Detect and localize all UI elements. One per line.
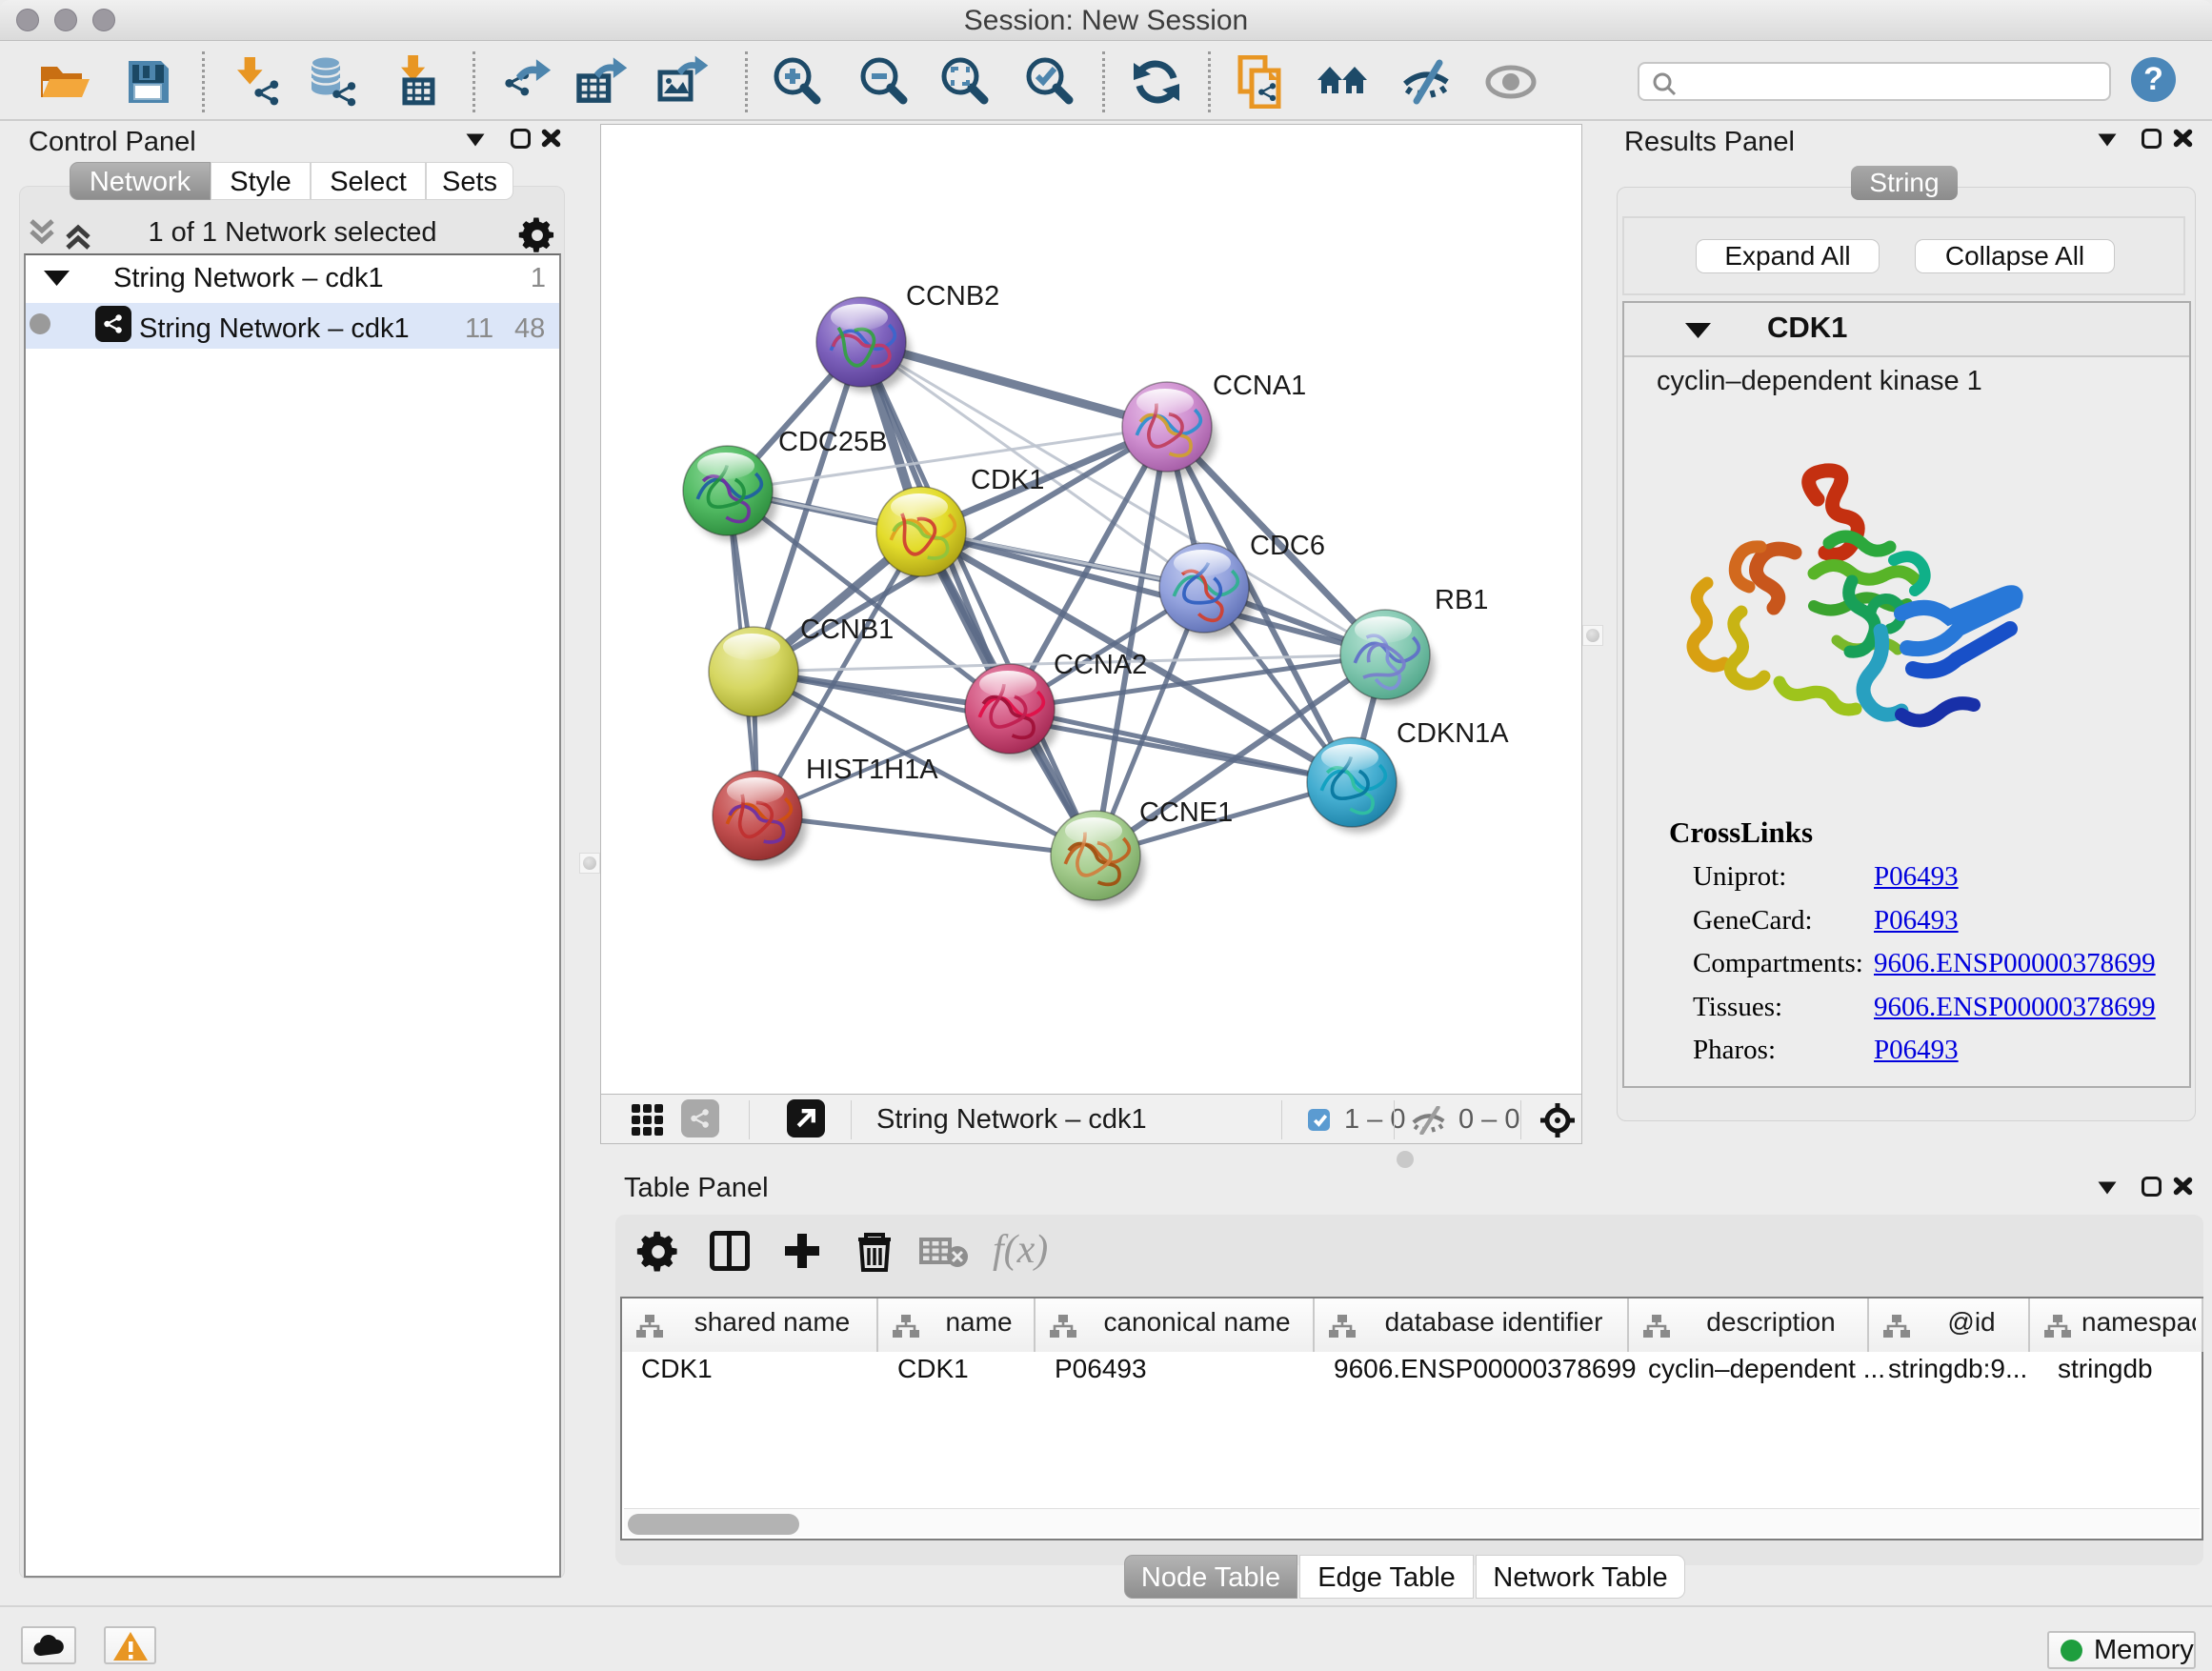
svg-text:CCNA2: CCNA2 (1054, 650, 1147, 680)
svg-text:CCNB2: CCNB2 (906, 281, 999, 312)
svg-text:CCNB1: CCNB1 (800, 614, 894, 645)
svg-text:CCNE1: CCNE1 (1139, 797, 1233, 828)
svg-text:CDK1: CDK1 (971, 465, 1044, 495)
svg-text:CDC6: CDC6 (1250, 531, 1325, 561)
svg-text:HIST1H1A: HIST1H1A (806, 755, 938, 785)
svg-text:CDKN1A: CDKN1A (1397, 718, 1509, 749)
svg-text:CDC25B: CDC25B (778, 427, 887, 457)
svg-text:CCNA1: CCNA1 (1213, 371, 1306, 401)
svg-text:RB1: RB1 (1435, 585, 1488, 615)
